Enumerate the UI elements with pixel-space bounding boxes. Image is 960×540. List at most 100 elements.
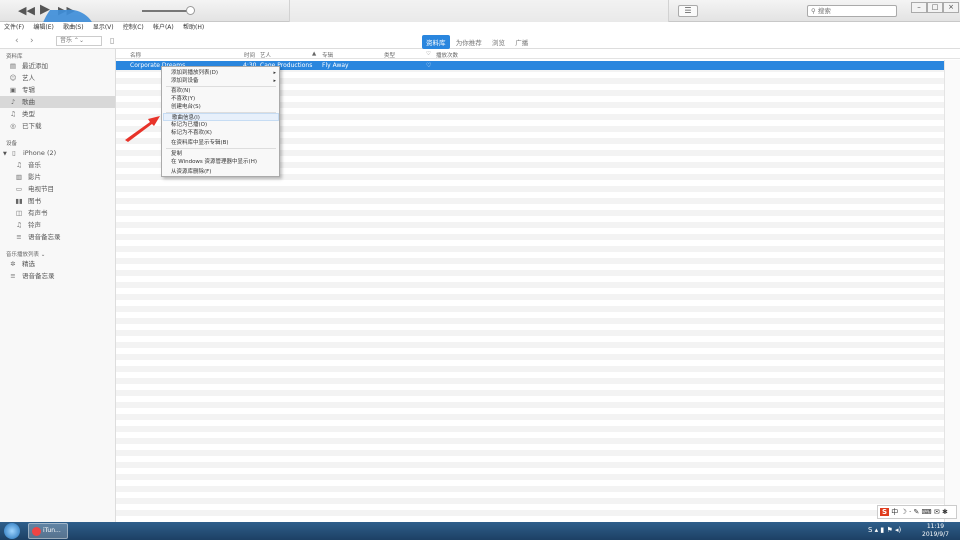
iphone-icon: ▯ <box>12 149 16 157</box>
device-item-tones[interactable]: ♫ 铃声 <box>0 219 115 231</box>
back-icon[interactable]: ‹ <box>15 36 19 46</box>
sidebar-item-artists[interactable]: ☺ 艺人 <box>0 72 115 84</box>
maximize-button[interactable]: □ <box>927 2 943 13</box>
sort-up-icon: ▲ <box>312 51 317 57</box>
itunes-icon <box>32 527 41 536</box>
clock[interactable]: 11:19 2019/9/7 <box>922 523 949 538</box>
ime-toolbar[interactable]: S 中 ☽ · ✎ ⌨ ✉ ✱ <box>877 505 957 519</box>
menu-view[interactable]: 显示(V) <box>93 22 114 33</box>
recent-icon: ▤ <box>9 62 17 70</box>
heart-icon: ♡ <box>426 51 431 57</box>
menu-file[interactable]: 文件(F) <box>4 22 24 33</box>
row-love-icon[interactable]: ♡ <box>426 61 431 70</box>
column-time[interactable]: 时间 <box>244 51 255 59</box>
context-menu: 添加到播放列表(D) ▸ 添加到设备 ▸ 喜欢(N) 不喜欢(Y) 创建电台(S) … <box>161 66 280 177</box>
sogou-tray-icon[interactable]: S <box>868 526 872 534</box>
taskbar: iTun... S ▴ ▮ ⚑ ◂) 11:19 2019/9/7 <box>0 522 960 540</box>
tv-icon: ▭ <box>15 185 23 193</box>
note-icon: ♫ <box>16 161 22 169</box>
menu-item-mark-played[interactable]: 标记为已播(O) <box>163 121 279 129</box>
sidebar-item-recent[interactable]: ▤ 最近添加 <box>0 60 115 72</box>
sidebar: 资料库 ▤ 最近添加 ☺ 艺人 ▣ 专辑 ♪ 歌曲 ♫ 类型 ◎ 已下载 设备 ▼ ▯ iPh… <box>0 49 116 522</box>
menu-item-dislike[interactable]: 不喜欢(Y) <box>163 95 279 103</box>
scrollbar[interactable] <box>944 60 960 522</box>
search-input[interactable]: ⚲ 搜索 <box>807 5 897 17</box>
volume-knob[interactable] <box>186 6 195 15</box>
menu-item-mark-dislike[interactable]: 标记为不喜欢(K) <box>163 129 279 137</box>
sidebar-item-albums[interactable]: ▣ 专辑 <box>0 84 115 96</box>
menu-item-add-to-device[interactable]: 添加到设备 ▸ <box>163 77 279 85</box>
column-plays[interactable]: 播放次数 <box>436 51 458 59</box>
voice-memo-icon: ≡ <box>10 272 16 280</box>
sidebar-item-downloaded[interactable]: ◎ 已下载 <box>0 120 115 132</box>
device-item-tv[interactable]: ▭ 电视节目 <box>0 183 115 195</box>
navigation-bar: ‹ › 音乐 ⌃⌄ ▯ 资料库 为你推荐 浏览 广播 <box>0 33 960 49</box>
tab-library[interactable]: 资料库 <box>422 35 450 49</box>
album-icon: ▣ <box>9 86 17 94</box>
library-section-title: 资料库 <box>6 54 23 60</box>
column-name[interactable]: 名称 <box>130 51 141 59</box>
minimize-button[interactable]: – <box>911 2 927 13</box>
menu-item-love[interactable]: 喜欢(N) <box>163 87 279 95</box>
bell-icon: ♫ <box>16 221 22 229</box>
menu-edit[interactable]: 编辑(E) <box>33 22 53 33</box>
genius-icon: ✲ <box>10 260 16 268</box>
column-headers: 名称 时间 艺人 ▲ 专辑 类型 ♡ 播放次数 <box>116 49 960 59</box>
row-album: Fly Away <box>322 62 349 69</box>
submenu-arrow-icon: ▸ <box>273 78 276 84</box>
device-item-audiobooks[interactable]: ◫ 有声书 <box>0 207 115 219</box>
menu-item-show-in-explorer[interactable]: 在 Windows 资源管理器中显示(H) <box>163 158 279 166</box>
tab-browse[interactable]: 浏览 <box>488 35 509 49</box>
artist-icon: ☺ <box>9 74 17 82</box>
device-iphone[interactable]: ▼ ▯ iPhone (2) <box>0 147 115 159</box>
menu-divider <box>166 148 276 149</box>
genre-icon: ♫ <box>10 110 16 118</box>
up-next-button[interactable]: ☰ <box>678 5 698 17</box>
transport-bar: ◀◀ ▶ ▶▶ ☰ ⚲ 搜索 – □ × <box>0 0 960 22</box>
sidebar-item-songs[interactable]: ♪ 歌曲 <box>0 96 115 108</box>
start-button[interactable] <box>4 523 20 539</box>
device-item-music[interactable]: ♫ 音乐 <box>0 159 115 171</box>
view-tabs: 资料库 为你推荐 浏览 广播 <box>422 35 532 49</box>
volume-slider[interactable] <box>142 10 190 12</box>
devices-section-title: 设备 <box>6 141 18 147</box>
menu-controls[interactable]: 控制(C) <box>123 22 144 33</box>
red-arrow-annotation <box>125 116 160 142</box>
taskbar-itunes[interactable]: iTun... <box>28 523 68 539</box>
menu-bar: 文件(F) 编辑(E) 歌曲(S) 显示(V) 控制(C) 帐户(A) 帮助(H… <box>0 22 960 33</box>
system-tray: S ▴ ▮ ⚑ ◂) <box>868 526 902 534</box>
voice-memo-icon: ≡ <box>16 233 22 241</box>
menu-item-delete-from-library[interactable]: 从资源库删除(F) <box>163 168 279 176</box>
menu-account[interactable]: 帐户(A) <box>153 22 174 33</box>
device-item-movies[interactable]: ▥ 影片 <box>0 171 115 183</box>
playlist-item-voice-memos[interactable]: ≡ 语音备忘录 <box>0 270 115 282</box>
column-artist[interactable]: 艺人 <box>260 51 271 59</box>
column-album[interactable]: 专辑 <box>322 51 333 59</box>
close-button[interactable]: × <box>943 2 959 13</box>
menu-song[interactable]: 歌曲(S) <box>63 22 84 33</box>
now-playing-display <box>289 0 669 22</box>
submenu-arrow-icon: ▸ <box>273 70 276 76</box>
forward-icon[interactable]: › <box>30 36 34 46</box>
playlist-item-genius[interactable]: ✲ 精选 <box>0 258 115 270</box>
device-item-voice-memos[interactable]: ≡ 语音备忘录 <box>0 231 115 243</box>
menu-item-create-station[interactable]: 创建电台(S) <box>163 103 279 111</box>
menu-help[interactable]: 帮助(H) <box>183 22 204 33</box>
sidebar-item-genres[interactable]: ♫ 类型 <box>0 108 115 120</box>
menu-item-show-album[interactable]: 在资料库中显示专辑(B) <box>163 139 279 147</box>
disclosure-icon[interactable]: ▼ <box>3 151 7 157</box>
tab-radio[interactable]: 广播 <box>511 35 532 49</box>
playlists-section-title[interactable]: 音乐播放列表 ⌄ <box>6 250 45 258</box>
menu-item-song-info[interactable]: 歌曲信息(I) <box>163 113 279 121</box>
iphone-icon[interactable]: ▯ <box>110 36 114 45</box>
device-item-books[interactable]: ▮▮ 图书 <box>0 195 115 207</box>
media-picker[interactable]: 音乐 ⌃⌄ <box>56 36 102 46</box>
download-icon: ◎ <box>10 122 16 130</box>
menu-item-add-to-playlist[interactable]: 添加到播放列表(D) ▸ <box>163 69 279 77</box>
tab-for-you[interactable]: 为你推荐 <box>452 35 486 49</box>
audiobook-icon: ◫ <box>15 209 23 217</box>
menu-item-copy[interactable]: 复制 <box>163 150 279 158</box>
book-icon: ▮▮ <box>15 197 23 205</box>
column-genre[interactable]: 类型 <box>384 51 395 59</box>
sogou-icon: S <box>880 508 890 516</box>
